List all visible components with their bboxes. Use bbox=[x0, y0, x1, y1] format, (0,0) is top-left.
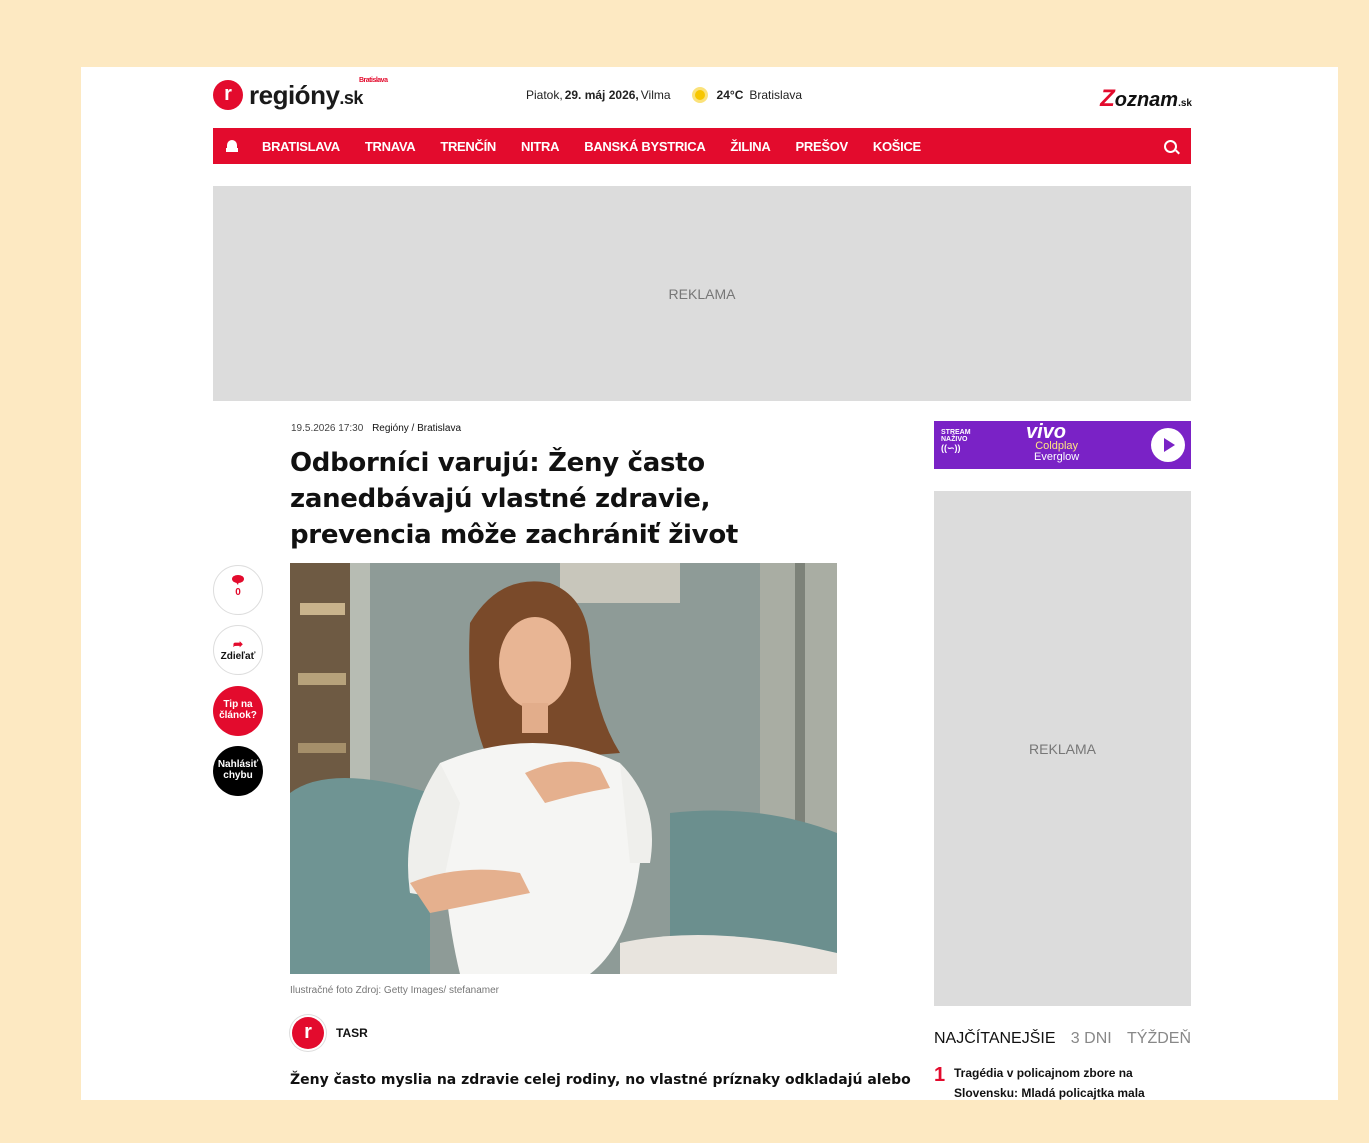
report-label-2: chybu bbox=[223, 770, 253, 781]
search-icon[interactable] bbox=[1164, 140, 1177, 153]
nav-item-presov[interactable]: PREŠOV bbox=[796, 139, 849, 154]
article-lead: Ženy často myslia na zdravie celej rodin… bbox=[290, 1072, 911, 1088]
ad-label: REKLAMA bbox=[668, 285, 736, 302]
radio-stream-widget[interactable]: STREAM NAŽIVO ((∽)) vivo Coldplay Evergl… bbox=[934, 421, 1191, 469]
share-arrow-icon: ➦ bbox=[232, 637, 244, 651]
tab-most-read[interactable]: NAJČÍTANEJŠIE bbox=[934, 1030, 1056, 1048]
tip-article-button[interactable]: Tip na článok? bbox=[213, 686, 263, 736]
zoznam-logo[interactable]: Zoznam.sk bbox=[1100, 85, 1192, 113]
photo-woman-illustration bbox=[290, 563, 837, 974]
article-datetime: 19.5.2026 17:30 bbox=[291, 423, 364, 434]
date-prefix: Piatok, bbox=[526, 88, 563, 102]
nameday: Vilma bbox=[640, 88, 671, 102]
page: r regióny.sk Bratislava Piatok, 29. máj … bbox=[81, 67, 1338, 1100]
author-block[interactable]: r TASR bbox=[292, 1017, 368, 1049]
tip-label: Tip na bbox=[223, 699, 253, 710]
logo-tld: .sk bbox=[339, 87, 363, 108]
tab-3-days[interactable]: 3 DNI bbox=[1071, 1030, 1112, 1048]
date-main: 29. máj 2026, bbox=[564, 88, 639, 102]
nav-item-trnava[interactable]: TRNAVA bbox=[365, 139, 416, 154]
tip-label-2: článok? bbox=[219, 710, 257, 721]
article-title: Odborníci varujú: Ženy často zanedbávajú… bbox=[290, 448, 739, 550]
logo-city: Bratislava bbox=[359, 76, 388, 84]
date-weather-bar: Piatok, 29. máj 2026, Vilma 24°C Bratisl… bbox=[526, 88, 802, 102]
nav-item-trencin[interactable]: TRENČÍN bbox=[440, 139, 496, 154]
play-icon[interactable] bbox=[1151, 428, 1185, 462]
article-section-link[interactable]: Regióny / Bratislava bbox=[372, 423, 461, 434]
temperature: 24°C bbox=[716, 88, 744, 102]
main-nav: BRATISLAVA TRNAVA TRENČÍN NITRA BANSKÁ B… bbox=[213, 128, 1191, 164]
nav-item-kosice[interactable]: KOŠICE bbox=[873, 139, 921, 154]
ad-label-side: REKLAMA bbox=[1029, 740, 1096, 757]
popular-rank: 1 bbox=[934, 1064, 946, 1086]
report-label: Nahlásiť bbox=[217, 759, 259, 770]
stream-live-label: STREAM NAŽIVO ((∽)) bbox=[941, 429, 971, 453]
popular-tabs: NAJČÍTANEJŠIE 3 DNI TÝŽDEŇ bbox=[934, 1030, 1191, 1048]
ad-banner-top[interactable]: REKLAMA bbox=[213, 186, 1191, 401]
nav-item-bratislava[interactable]: BRATISLAVA bbox=[262, 139, 340, 154]
report-error-button[interactable]: Nahlásiť chybu bbox=[213, 746, 263, 796]
home-icon[interactable] bbox=[226, 140, 238, 152]
author-name: TASR bbox=[336, 1026, 368, 1040]
radio-wave-icon: ((∽)) bbox=[941, 443, 961, 453]
nav-item-zilina[interactable]: ŽILINA bbox=[730, 139, 770, 154]
comments-button[interactable]: 0 bbox=[213, 565, 263, 615]
sun-icon bbox=[694, 90, 705, 100]
popular-title: Tragédia v policajnom zbore na Slovensku… bbox=[954, 1066, 1145, 1100]
article-hero-image[interactable] bbox=[290, 563, 837, 974]
comment-bubble-icon bbox=[232, 575, 244, 585]
now-playing: Coldplay Everglow bbox=[1034, 441, 1079, 463]
comments-count: 0 bbox=[235, 587, 241, 598]
author-avatar: r bbox=[292, 1017, 324, 1049]
now-playing-song: Everglow bbox=[1034, 451, 1080, 463]
article-meta: 19.5.2026 17:30 Regióny / Bratislava bbox=[291, 423, 461, 434]
nav-item-nitra[interactable]: NITRA bbox=[521, 139, 560, 154]
tab-week[interactable]: TÝŽDEŇ bbox=[1127, 1030, 1191, 1048]
logo-text: regióny bbox=[249, 79, 340, 110]
popular-item[interactable]: 1 Tragédia v policajnom zbore na Slovens… bbox=[934, 1064, 1154, 1100]
share-button[interactable]: ➦ Zdieľať bbox=[213, 625, 263, 675]
logo-badge: r bbox=[213, 80, 243, 110]
image-caption: Ilustračné foto Zdroj: Getty Images/ ste… bbox=[290, 985, 499, 996]
share-label: Zdieľať bbox=[220, 651, 256, 662]
site-logo[interactable]: r regióny.sk Bratislava bbox=[213, 77, 388, 111]
weather-city: Bratislava bbox=[749, 88, 803, 102]
nav-item-banska-bystrica[interactable]: BANSKÁ BYSTRICA bbox=[584, 139, 705, 154]
ad-banner-side[interactable]: REKLAMA bbox=[934, 491, 1191, 1006]
